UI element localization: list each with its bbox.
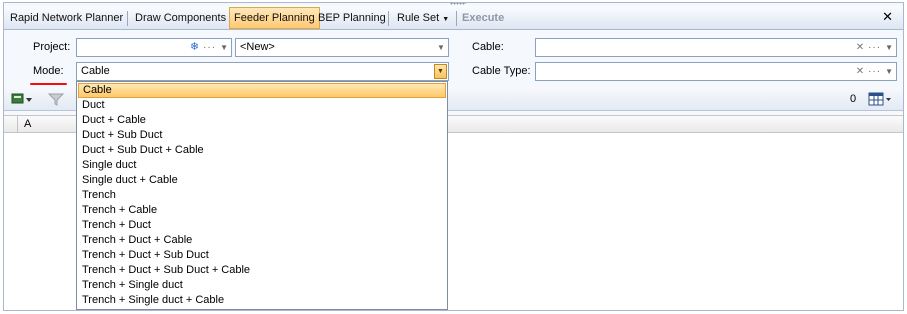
dropdown-option[interactable]: Single duct — [78, 158, 446, 173]
execute-button[interactable]: Execute — [458, 7, 508, 29]
ellipsis-icon[interactable]: ··· — [868, 39, 881, 56]
dropdown-option[interactable]: Trench + Cable — [78, 203, 446, 218]
dropdown-option[interactable]: Trench + Duct + Sub Duct — [78, 248, 446, 263]
dropdown-option[interactable]: Trench + Duct + Sub Duct + Cable — [78, 263, 446, 278]
cable-type-label: Cable Type: — [472, 65, 531, 77]
filter-icon[interactable] — [47, 92, 65, 106]
chevron-down-icon[interactable]: ▼ — [220, 39, 228, 56]
rule-set-menu[interactable]: Rule Set ▼ — [393, 7, 453, 29]
dropdown-option[interactable]: Cable — [78, 83, 446, 98]
chevron-down-icon[interactable]: ▼ — [434, 64, 447, 79]
mode-dropdown-list: Cable Duct Duct + Cable Duct + Sub Duct Duct… — [76, 81, 448, 310]
tab-rapid-network-planner[interactable]: Rapid Network Planner — [6, 7, 127, 29]
project-label: Project: — [33, 41, 71, 53]
annotation-underline — [30, 83, 67, 85]
dropdown-option[interactable]: Duct + Sub Duct + Cable — [78, 143, 446, 158]
ellipsis-icon[interactable]: ··· — [868, 63, 881, 80]
cable-label: Cable: — [472, 41, 504, 53]
drag-grip[interactable] — [450, 3, 466, 5]
toolbar-separator — [456, 11, 457, 26]
row-selector-header — [4, 116, 18, 132]
project-new-value: <New> — [240, 41, 275, 53]
dropdown-option[interactable]: Trench + Duct + Cable — [78, 233, 446, 248]
project-new-combo[interactable]: <New> ▼ — [235, 38, 449, 57]
dropdown-option[interactable]: Trench — [78, 188, 446, 203]
chevron-down-icon[interactable]: ▼ — [434, 39, 448, 56]
column-header-a[interactable]: A — [24, 115, 31, 133]
dropdown-option[interactable]: Duct + Sub Duct — [78, 128, 446, 143]
chevron-down-icon[interactable]: ▼ — [885, 39, 893, 56]
close-icon[interactable]: ✕ — [882, 9, 893, 25]
table-view-icon[interactable] — [868, 92, 892, 106]
tab-feeder-planning[interactable]: Feeder Planning — [229, 7, 320, 29]
rule-set-label: Rule Set — [397, 12, 440, 24]
snowflake-icon[interactable]: ❄ — [190, 39, 199, 56]
planner-toolbar: Rapid Network Planner Draw Components Fe… — [4, 6, 903, 30]
layer-filter-icon[interactable] — [11, 92, 33, 106]
toolbar-separator — [127, 11, 128, 26]
dropdown-option[interactable]: Trench + Duct — [78, 218, 446, 233]
cable-field[interactable]: ✕ ··· ▼ — [535, 38, 897, 57]
dropdown-option[interactable]: Duct — [78, 98, 446, 113]
cable-type-field[interactable]: ✕ ··· ▼ — [535, 62, 897, 81]
tab-bep-planning[interactable]: BEP Planning — [314, 7, 390, 29]
tab-draw-components[interactable]: Draw Components — [131, 7, 230, 29]
chevron-down-icon: ▼ — [442, 16, 450, 23]
record-count: 0 — [850, 93, 857, 105]
clear-icon[interactable]: ✕ — [856, 63, 864, 80]
toolbar-separator — [388, 11, 389, 26]
mode-value: Cable — [81, 65, 110, 77]
mode-label: Mode: — [33, 65, 64, 77]
dropdown-option[interactable]: Duct + Cable — [78, 113, 446, 128]
ellipsis-icon[interactable]: ··· — [203, 39, 216, 56]
dropdown-option[interactable]: Trench + Single duct — [78, 278, 446, 293]
dropdown-option[interactable]: Trench + Single duct + Cable — [78, 293, 446, 308]
dropdown-option[interactable]: Single duct + Cable — [78, 173, 446, 188]
clear-icon[interactable]: ✕ — [856, 39, 864, 56]
project-field[interactable]: ❄ ··· ▼ — [76, 38, 232, 57]
chevron-down-icon[interactable]: ▼ — [885, 63, 893, 80]
mode-combo[interactable]: Cable ▼ — [76, 62, 449, 81]
